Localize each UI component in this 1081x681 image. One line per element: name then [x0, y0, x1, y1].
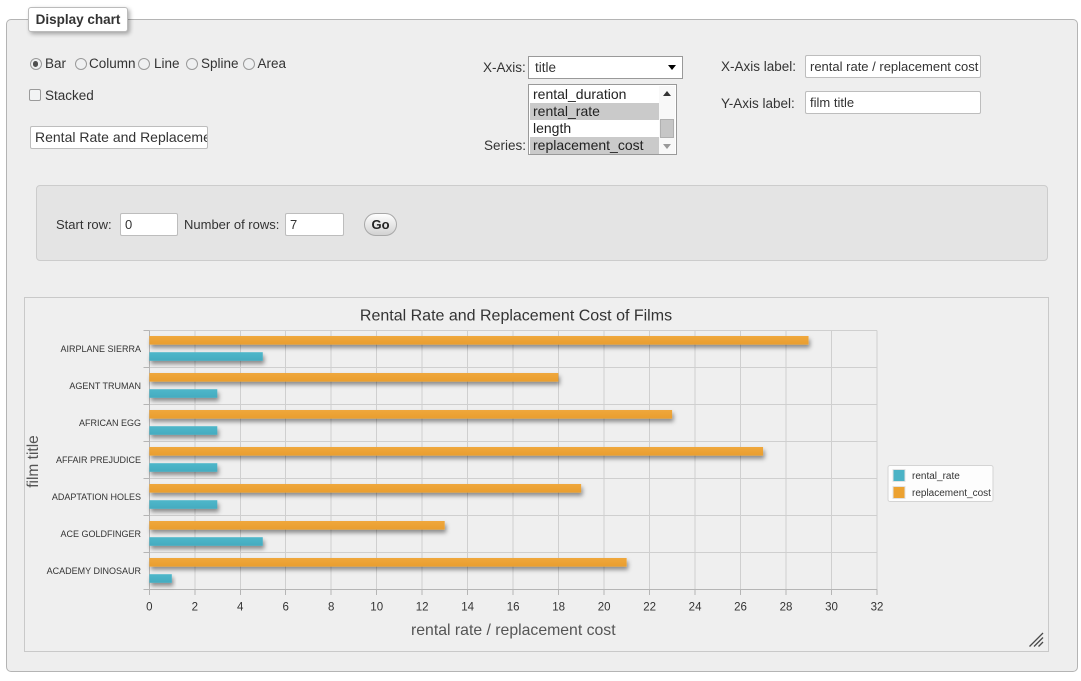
svg-text:24: 24	[689, 602, 702, 614]
svg-text:ACE GOLDFINGER: ACE GOLDFINGER	[60, 529, 141, 539]
svg-text:AIRPLANE SIERRA: AIRPLANE SIERRA	[60, 344, 141, 354]
svg-text:Rental Rate and Replacement Co: Rental Rate and Replacement Cost of Film…	[360, 308, 672, 325]
svg-text:AGENT TRUMAN: AGENT TRUMAN	[69, 381, 141, 391]
svg-text:6: 6	[283, 602, 289, 614]
svg-text:32: 32	[871, 602, 884, 614]
svg-text:2: 2	[192, 602, 198, 614]
svg-text:14: 14	[461, 602, 474, 614]
svg-text:4: 4	[237, 602, 244, 614]
svg-text:30: 30	[825, 602, 838, 614]
svg-text:ADAPTATION HOLES: ADAPTATION HOLES	[52, 492, 141, 502]
svg-text:20: 20	[598, 602, 611, 614]
svg-text:rental rate / replacement cost: rental rate / replacement cost	[411, 622, 616, 639]
svg-text:22: 22	[643, 602, 656, 614]
svg-text:18: 18	[552, 602, 565, 614]
svg-text:26: 26	[734, 602, 747, 614]
svg-text:16: 16	[507, 602, 520, 614]
svg-text:ACADEMY DINOSAUR: ACADEMY DINOSAUR	[47, 566, 142, 576]
svg-text:28: 28	[780, 602, 793, 614]
svg-text:AFRICAN EGG: AFRICAN EGG	[79, 418, 141, 428]
svg-text:replacement_cost: replacement_cost	[912, 488, 991, 499]
svg-text:rental_rate: rental_rate	[912, 471, 960, 482]
svg-text:0: 0	[146, 602, 152, 614]
svg-text:film title: film title	[25, 435, 42, 488]
svg-text:12: 12	[416, 602, 429, 614]
svg-text:AFFAIR PREJUDICE: AFFAIR PREJUDICE	[56, 455, 141, 465]
svg-text:8: 8	[328, 602, 334, 614]
svg-text:10: 10	[370, 602, 383, 614]
